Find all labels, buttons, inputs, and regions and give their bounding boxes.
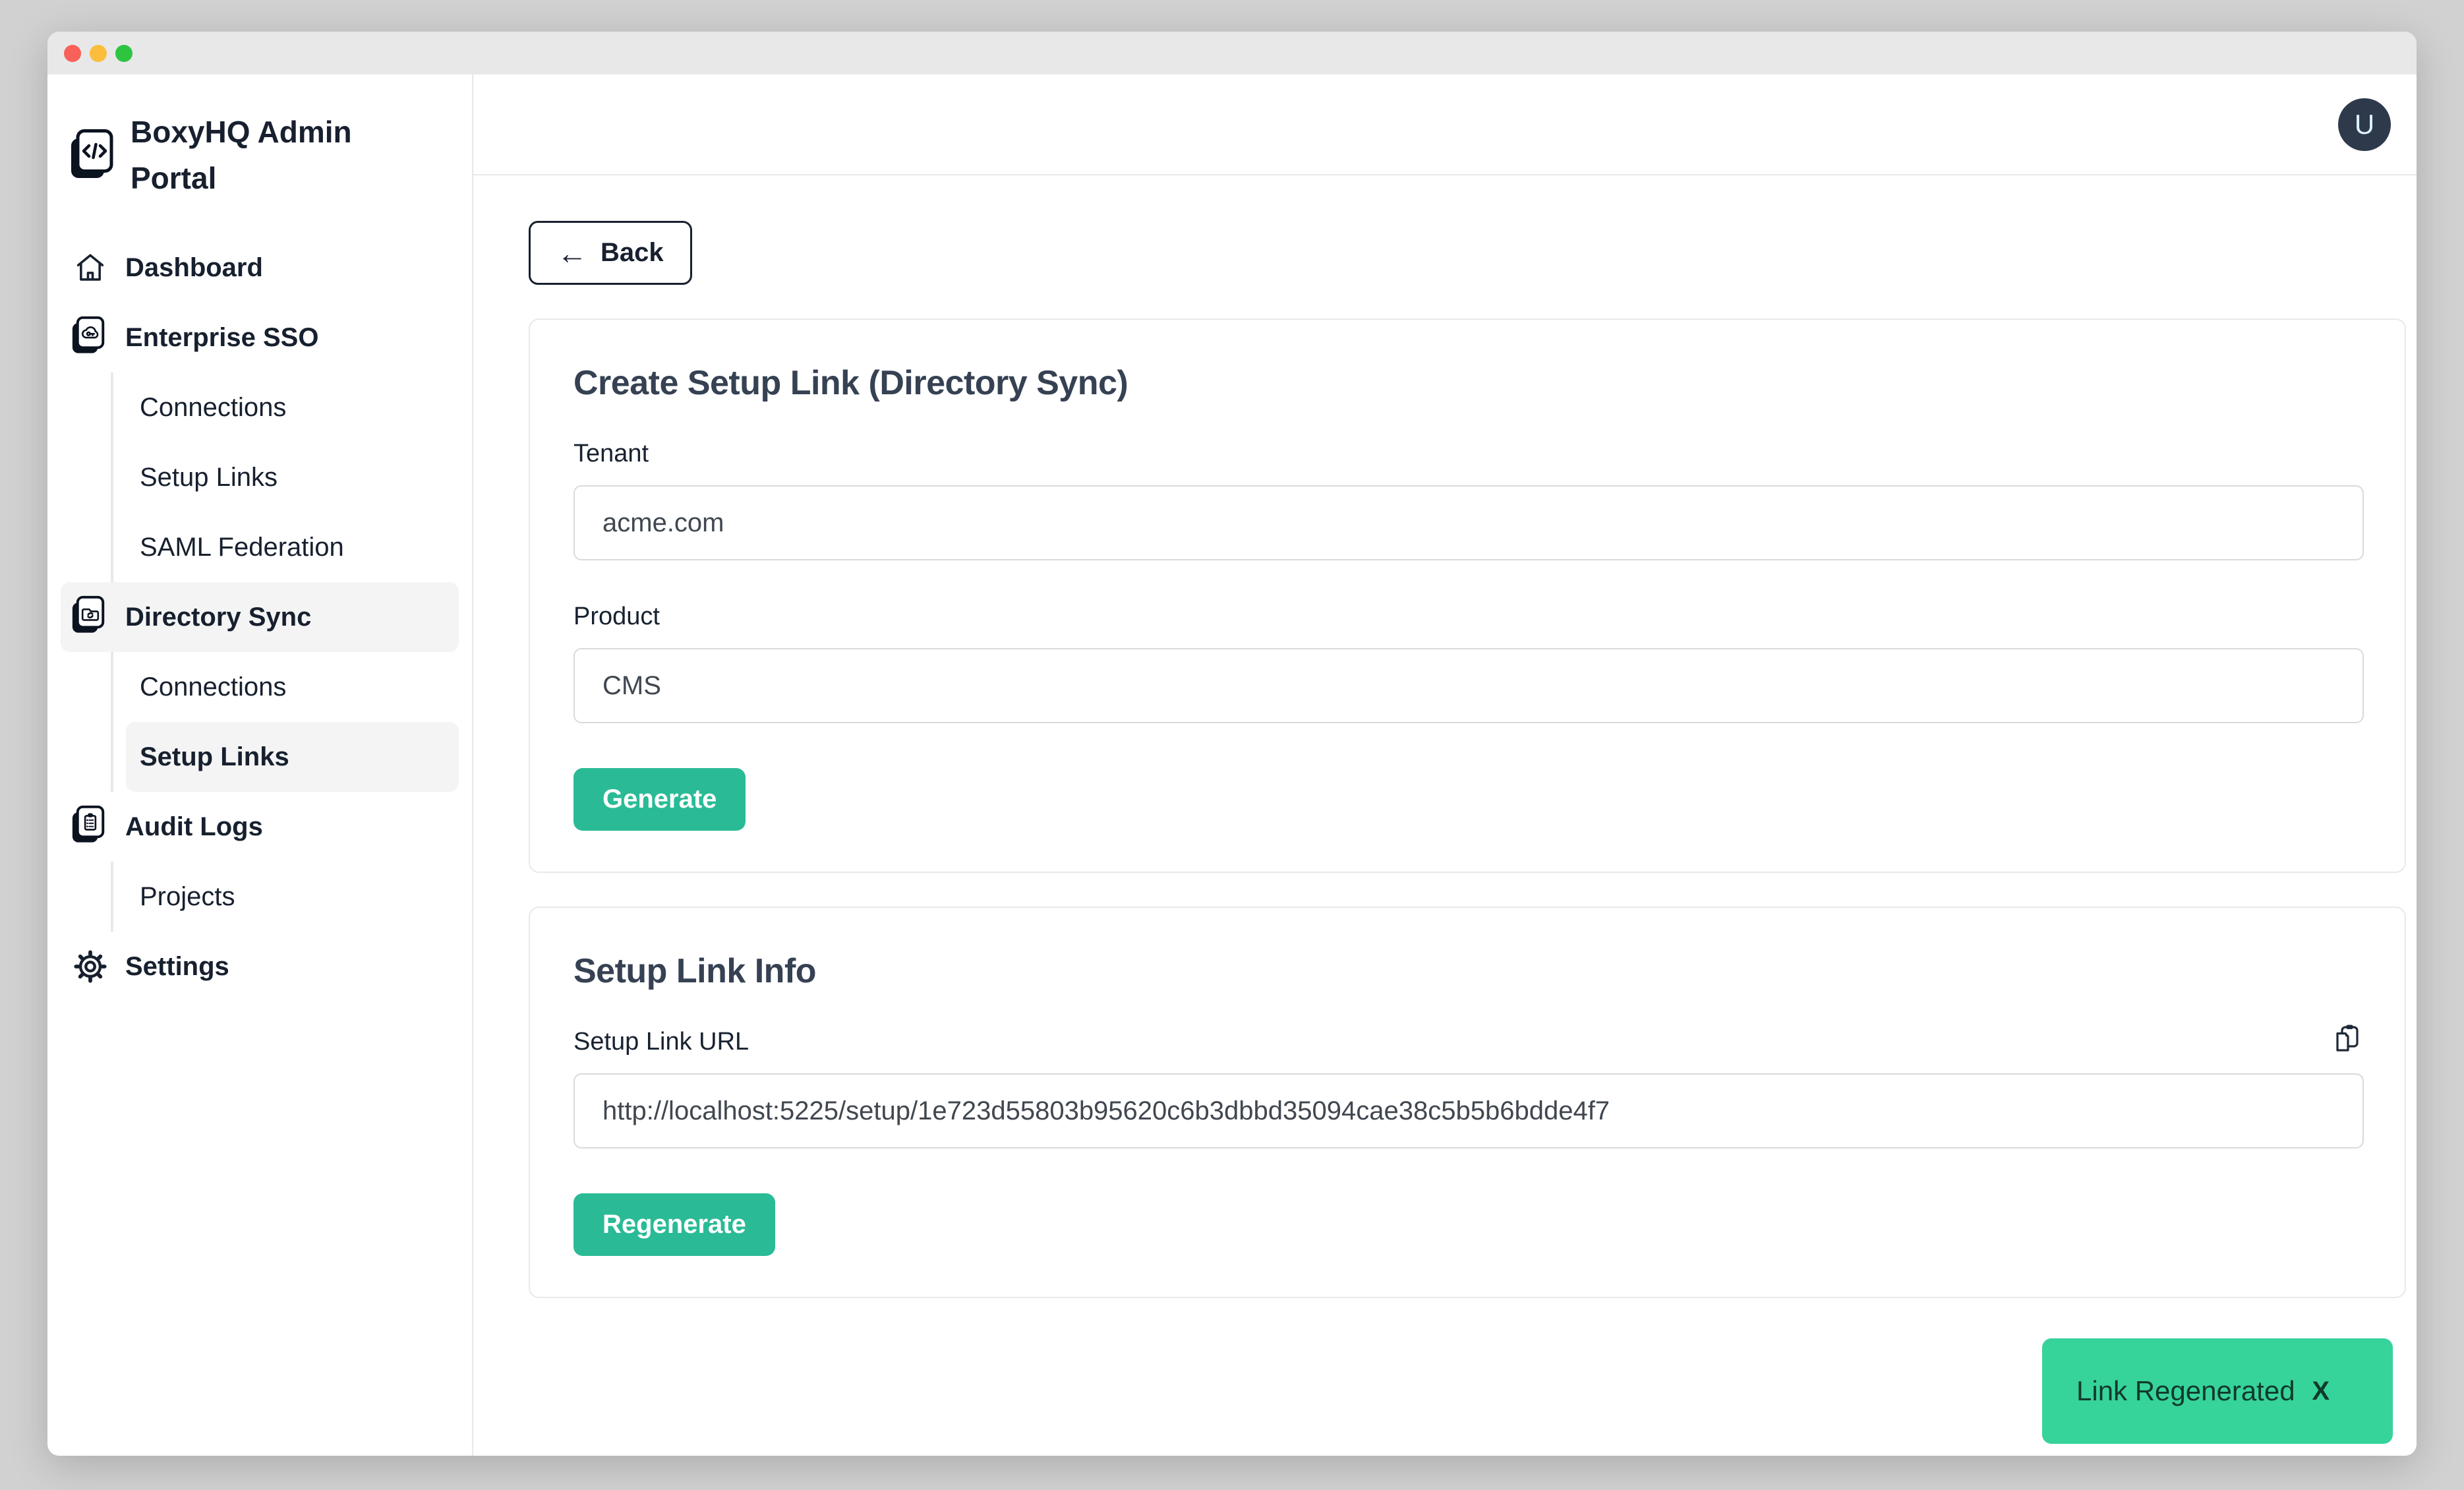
- product-input[interactable]: [573, 648, 2364, 723]
- product-label: Product: [573, 603, 2364, 631]
- copy-icon[interactable]: [2332, 1023, 2364, 1054]
- sidebar: BoxyHQ Admin Portal Dashboard: [47, 74, 473, 1456]
- sidebar-item-audit-logs[interactable]: Audit Logs: [61, 792, 459, 862]
- gear-icon: [71, 949, 110, 984]
- sidebar-item-dsync-connections[interactable]: Connections: [126, 652, 459, 722]
- sidebar-item-projects[interactable]: Projects: [126, 862, 459, 932]
- left-arrow-icon: ←: [557, 238, 587, 268]
- window-titlebar: [47, 32, 2417, 74]
- sidebar-item-label: Settings: [125, 952, 229, 982]
- success-toast: Link Regenerated X: [2042, 1338, 2393, 1444]
- regenerate-button[interactable]: Regenerate: [573, 1193, 775, 1256]
- back-button[interactable]: ← Back: [529, 221, 692, 285]
- setup-link-info-card: Setup Link Info Setup Link URL: [529, 907, 2406, 1298]
- sidebar-item-settings[interactable]: Settings: [61, 932, 459, 1001]
- sidebar-item-enterprise-sso[interactable]: Enterprise SSO: [61, 303, 459, 372]
- sso-cloud-key-icon: [71, 316, 110, 359]
- boxyhq-logo-icon: [70, 129, 113, 181]
- setup-link-url-label: Setup Link URL: [573, 1028, 749, 1056]
- minimize-window-button[interactable]: [90, 45, 107, 62]
- create-setup-link-card: Create Setup Link (Directory Sync) Tenan…: [529, 318, 2406, 873]
- toast-message: Link Regenerated: [2076, 1375, 2295, 1407]
- tenant-input[interactable]: [573, 485, 2364, 560]
- maximize-window-button[interactable]: [115, 45, 132, 62]
- setup-link-url-row: Setup Link URL: [573, 1028, 2364, 1073]
- avatar-initial: U: [2355, 109, 2374, 140]
- audit-logs-sublist: Projects: [111, 862, 459, 932]
- page-body: ← Back Create Setup Link (Directory Sync…: [473, 175, 2417, 1332]
- sidebar-item-label: Directory Sync: [125, 603, 311, 632]
- toast-close-button[interactable]: X: [2312, 1377, 2330, 1406]
- sidebar-item-sso-connections[interactable]: Connections: [126, 372, 459, 442]
- brand[interactable]: BoxyHQ Admin Portal: [70, 109, 456, 201]
- product-field: Product: [573, 603, 2364, 723]
- user-avatar[interactable]: U: [2338, 98, 2391, 151]
- sidebar-item-dsync-setup-links[interactable]: Setup Links: [126, 722, 459, 792]
- create-card-title: Create Setup Link (Directory Sync): [573, 363, 2364, 403]
- top-header: U: [473, 74, 2417, 175]
- close-window-button[interactable]: [64, 45, 81, 62]
- home-icon: [71, 251, 110, 284]
- back-label: Back: [601, 238, 664, 268]
- audit-logs-clipboard-icon: [71, 805, 110, 849]
- sidebar-item-saml-federation[interactable]: SAML Federation: [126, 512, 459, 582]
- main-area: U ← Back Create Setup Link (Directory Sy…: [473, 74, 2417, 1456]
- sidebar-item-dashboard[interactable]: Dashboard: [61, 233, 459, 303]
- brand-title: BoxyHQ Admin Portal: [131, 109, 381, 201]
- directory-sync-folder-icon: [71, 595, 110, 639]
- setup-link-url-input[interactable]: [573, 1073, 2364, 1148]
- tenant-label: Tenant: [573, 440, 2364, 468]
- tenant-field: Tenant: [573, 440, 2364, 560]
- sidebar-item-directory-sync[interactable]: Directory Sync: [61, 582, 459, 652]
- sidebar-item-sso-setup-links[interactable]: Setup Links: [126, 442, 459, 512]
- app-window: BoxyHQ Admin Portal Dashboard: [47, 32, 2417, 1456]
- info-card-title: Setup Link Info: [573, 951, 2364, 991]
- sidebar-item-label: Enterprise SSO: [125, 323, 318, 353]
- directory-sync-sublist: Connections Setup Links: [111, 652, 459, 792]
- sidebar-item-label: Audit Logs: [125, 812, 263, 842]
- sidebar-nav: Dashboard En: [47, 233, 472, 1001]
- window-content: BoxyHQ Admin Portal Dashboard: [47, 74, 2417, 1456]
- enterprise-sso-sublist: Connections Setup Links SAML Federation: [111, 372, 459, 582]
- sidebar-item-label: Dashboard: [125, 253, 263, 283]
- generate-button[interactable]: Generate: [573, 768, 746, 831]
